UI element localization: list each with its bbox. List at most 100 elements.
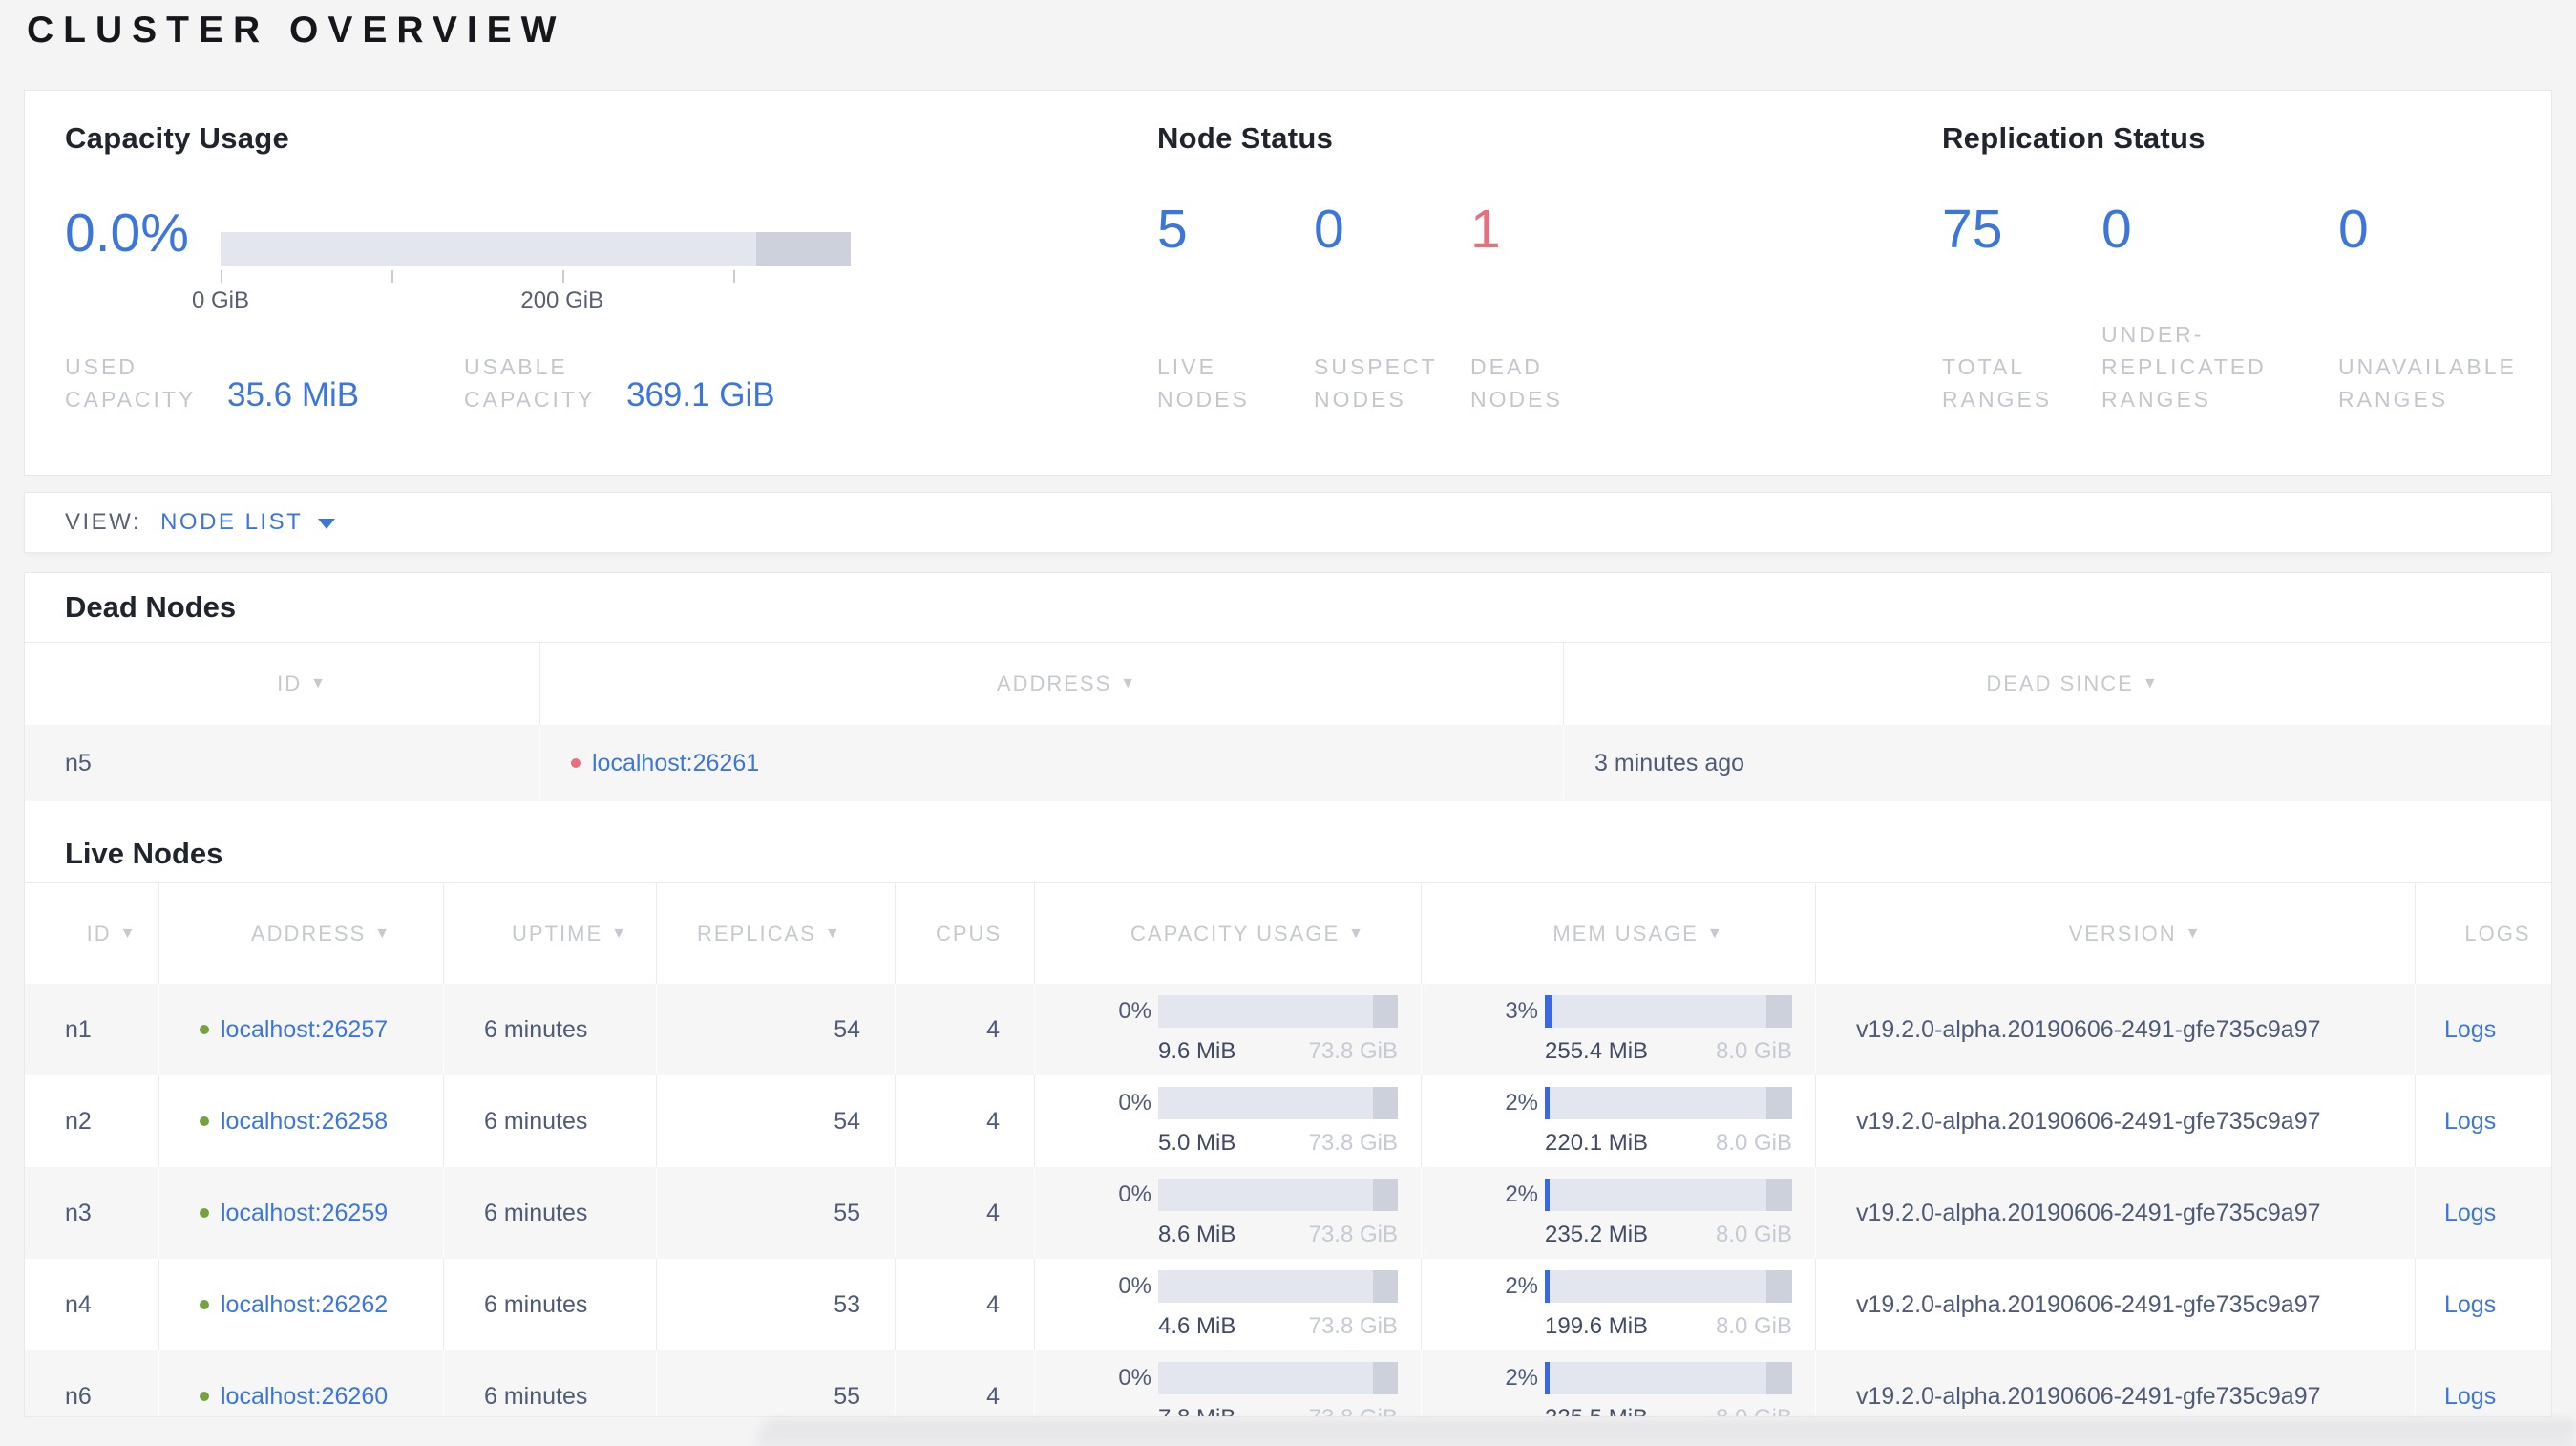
sort-desc-icon: ▼: [824, 925, 842, 942]
node-address-link[interactable]: localhost:26259: [221, 1200, 388, 1227]
cell-version: v19.2.0-alpha.20190606-2491-gfe735c9a97: [1816, 984, 2416, 1075]
cell-capacity-usage: 0% 8.6 MiB 73.8 GiB: [1035, 1167, 1422, 1259]
suspect-nodes-count: 0: [1314, 199, 1344, 260]
logs-link[interactable]: Logs: [2444, 1016, 2551, 1044]
replication-status-title: Replication Status: [1942, 121, 2206, 155]
mem-usage-bar: [1545, 1178, 1792, 1211]
header-mem-usage[interactable]: MEM USAGE ▼: [1422, 883, 1816, 984]
total-ranges-stat: 75 TOTAL RANGES: [1942, 198, 2101, 415]
logs-link[interactable]: Logs: [2444, 1383, 2551, 1411]
cell-cpus: 4: [896, 1167, 1035, 1259]
usable-capacity-label: USABLE CAPACITY: [464, 354, 596, 412]
live-node-row: n1 localhost:26257 6 minutes 54 4 0% 9.6…: [25, 984, 2551, 1075]
node-address-link[interactable]: localhost:26261: [592, 750, 759, 777]
cell-version: v19.2.0-alpha.20190606-2491-gfe735c9a97: [1816, 1350, 2416, 1416]
used-capacity-value: 35.6 MiB: [227, 376, 360, 414]
cell-capacity-usage: 0% 9.6 MiB 73.8 GiB: [1035, 984, 1422, 1075]
window-shadow: [756, 1419, 2576, 1446]
sort-desc-icon: ▼: [310, 675, 327, 691]
logs-link[interactable]: Logs: [2444, 1291, 2551, 1319]
live-status-dot-icon: [200, 1392, 209, 1401]
cell-version: v19.2.0-alpha.20190606-2491-gfe735c9a97: [1816, 1259, 2416, 1350]
axis-tick-label: 0 GiB: [191, 287, 250, 313]
sort-desc-icon: ▼: [2142, 675, 2160, 691]
cell-mem-usage: 2% 225.5 MiB8.0 GiB: [1422, 1350, 1816, 1416]
header-id[interactable]: ID ▼: [25, 643, 540, 725]
axis-tick-label: 200 GiB: [520, 287, 604, 313]
node-address-link[interactable]: localhost:26262: [221, 1291, 388, 1319]
dead-status-dot-icon: [571, 758, 581, 768]
cell-logs: Logs: [2416, 1350, 2551, 1416]
header-version[interactable]: VERSION ▼: [1816, 883, 2416, 984]
sort-desc-icon: ▼: [2185, 925, 2203, 942]
axis-tick: [561, 270, 564, 283]
capacity-stats: USED CAPACITY 35.6 MiB USABLE CAPACITY 3…: [65, 351, 863, 415]
sort-desc-icon: ▼: [1348, 925, 1365, 942]
nodes-section: Dead Nodes ID ▼ ADDRESS ▼ DEAD SINCE ▼ n5 l…: [25, 573, 2551, 1416]
mem-usage-bar: [1545, 1086, 1792, 1119]
axis-tick: [221, 270, 222, 283]
suspect-nodes-label: SUSPECT NODES: [1314, 354, 1438, 412]
mem-usage-bar: [1545, 1269, 1792, 1303]
cell-node-id: n1: [25, 984, 159, 1075]
node-address-link[interactable]: localhost:26258: [221, 1108, 388, 1136]
dead-nodes-table: ID ▼ ADDRESS ▼ DEAD SINCE ▼ n5 localhost:26…: [25, 642, 2551, 801]
dead-nodes-header-row: ID ▼ ADDRESS ▼ DEAD SINCE ▼: [25, 643, 2551, 725]
cell-capacity-usage: 0% 4.6 MiB 73.8 GiB: [1035, 1259, 1422, 1350]
cell-uptime: 6 minutes: [444, 984, 657, 1075]
header-capacity-usage[interactable]: CAPACITY USAGE ▼: [1035, 883, 1422, 984]
live-nodes-label: LIVE NODES: [1157, 354, 1250, 412]
cell-address: localhost:26258: [159, 1075, 444, 1167]
cell-capacity-usage: 0% 5.0 MiB 73.8 GiB: [1035, 1075, 1422, 1167]
live-nodes-section-title: Live Nodes: [65, 837, 223, 870]
cell-address: localhost:26257: [159, 984, 444, 1075]
cell-node-id: n4: [25, 1259, 159, 1350]
logs-link[interactable]: Logs: [2444, 1200, 2551, 1227]
dead-nodes-stat: 1 DEAD NODES: [1470, 198, 1633, 415]
live-status-dot-icon: [200, 1300, 209, 1309]
dead-nodes-count: 1: [1470, 199, 1501, 260]
used-capacity: USED CAPACITY 35.6 MiB: [65, 351, 464, 415]
header-address[interactable]: ADDRESS ▼: [159, 883, 444, 984]
cell-node-id: n3: [25, 1167, 159, 1259]
logs-link[interactable]: Logs: [2444, 1108, 2551, 1136]
view-selector[interactable]: NODE LIST: [160, 509, 336, 536]
cell-capacity-usage: 0% 7.8 MiB73.8 GiB: [1035, 1350, 1422, 1416]
cell-logs: Logs: [2416, 1167, 2551, 1259]
view-bar: VIEW: NODE LIST: [25, 493, 2551, 552]
under-replicated-ranges-stat: 0 UNDER-REPLICATED RANGES: [2101, 198, 2338, 415]
cell-uptime: 6 minutes: [444, 1167, 657, 1259]
cell-cpus: 4: [896, 984, 1035, 1075]
cell-dead-since: 3 minutes ago: [1594, 749, 1745, 776]
dead-nodes-section-title: Dead Nodes: [65, 590, 237, 624]
unavailable-ranges-stat: 0 UNAVAILABLE RANGES: [2338, 198, 2558, 415]
under-replicated-count: 0: [2101, 199, 2132, 260]
cell-replicas: 55: [657, 1350, 896, 1416]
cell-address: localhost:26260: [159, 1350, 444, 1416]
total-ranges-label: TOTAL RANGES: [1942, 354, 2053, 412]
cell-node-id: n2: [25, 1075, 159, 1167]
header-id[interactable]: ID ▼: [25, 883, 159, 984]
cell-uptime: 6 minutes: [444, 1350, 657, 1416]
live-nodes-count: 5: [1157, 199, 1188, 260]
node-status-title: Node Status: [1157, 121, 1334, 155]
page-title: CLUSTER OVERVIEW: [27, 10, 566, 51]
live-nodes-stat: 5 LIVE NODES: [1157, 198, 1314, 415]
view-selected-value: NODE LIST: [160, 509, 304, 535]
sort-desc-icon: ▼: [1120, 675, 1138, 691]
header-uptime[interactable]: UPTIME ▼: [444, 883, 657, 984]
cell-version: v19.2.0-alpha.20190606-2491-gfe735c9a97: [1816, 1167, 2416, 1259]
header-cpus: CPUS: [896, 883, 1035, 984]
header-replicas[interactable]: REPLICAS ▼: [657, 883, 896, 984]
node-address-link[interactable]: localhost:26257: [221, 1016, 388, 1044]
capacity-gauge: 0 GiB 200 GiB: [192, 232, 851, 328]
cell-replicas: 54: [657, 1075, 896, 1167]
header-dead-since[interactable]: DEAD SINCE ▼: [1564, 643, 2551, 725]
mem-usage-bar: [1545, 994, 1792, 1028]
axis-tick: [391, 270, 393, 283]
sort-desc-icon: ▼: [374, 925, 392, 942]
node-address-link[interactable]: localhost:26260: [221, 1383, 388, 1411]
header-address[interactable]: ADDRESS ▼: [540, 643, 1564, 725]
live-node-row: n6 localhost:26260 6 minutes 55 4 0% 7.8…: [25, 1350, 2551, 1416]
cell-cpus: 4: [896, 1075, 1035, 1167]
